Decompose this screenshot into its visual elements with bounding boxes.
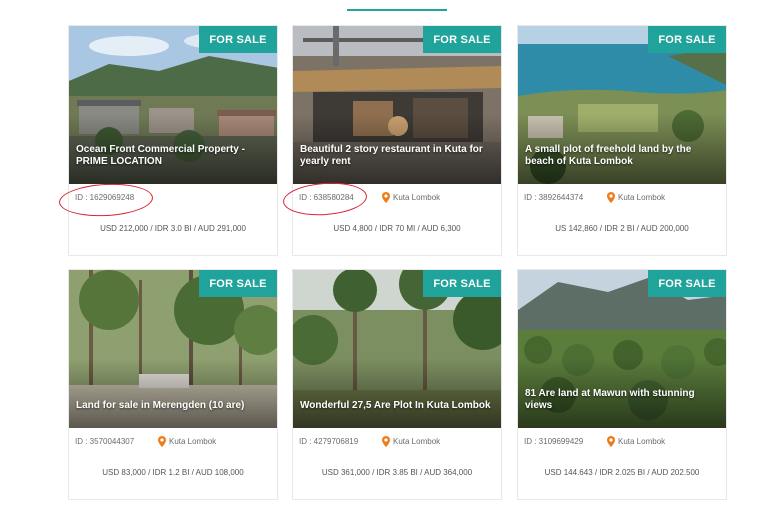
listing-price: USD 4,800 / IDR 70 MI / AUD 6,300 [333, 224, 461, 233]
location-label: Kuta Lombok [618, 437, 666, 446]
listing-card[interactable]: FOR SALE Ocean Front Commercial Property… [68, 25, 278, 256]
listing-photo[interactable]: FOR SALE 81 Are land at Mawun with stunn… [518, 270, 726, 428]
section-accent-line [347, 9, 447, 11]
listing-location: Kuta Lombok [158, 436, 216, 447]
listing-title[interactable]: Beautiful 2 story restaurant in Kuta for… [300, 144, 493, 168]
for-sale-badge: FOR SALE [199, 26, 277, 53]
listing-title[interactable]: Wonderful 27,5 Are Plot In Kuta Lombok [300, 400, 493, 412]
for-sale-badge: FOR SALE [199, 270, 277, 297]
listing-location: Kuta Lombok [382, 192, 440, 203]
listing-title[interactable]: Ocean Front Commercial Property - PRIME … [76, 144, 269, 168]
listing-photo[interactable]: FOR SALE A small plot of freehold land b… [518, 26, 726, 184]
location-pin-icon [382, 192, 390, 203]
listing-price: USD 144.643 / IDR 2.025 BI / AUD 202.500 [544, 468, 700, 477]
listing-card[interactable]: FOR SALE Beautiful 2 story restaurant in… [292, 25, 502, 256]
location-pin-icon [607, 436, 615, 447]
location-label: Kuta Lombok [169, 437, 217, 446]
listing-photo[interactable]: FOR SALE Beautiful 2 story restaurant in… [293, 26, 501, 184]
listing-card[interactable]: FOR SALE Wonderful 27,5 Are Plot In Kuta… [292, 269, 502, 500]
listing-photo[interactable]: FOR SALE Ocean Front Commercial Property… [69, 26, 277, 184]
location-pin-icon [382, 436, 390, 447]
listing-id: ID : 638580284 [299, 193, 354, 202]
listing-card[interactable]: FOR SALE A small plot of freehold land b… [517, 25, 727, 256]
for-sale-badge: FOR SALE [648, 270, 726, 297]
listing-id: ID : 3570044307 [75, 437, 135, 446]
listing-card[interactable]: FOR SALE Land for sale in Merengden (10 … [68, 269, 278, 500]
listing-photo[interactable]: FOR SALE Wonderful 27,5 Are Plot In Kuta… [293, 270, 501, 428]
listing-card[interactable]: FOR SALE 81 Are land at Mawun with stunn… [517, 269, 727, 500]
listing-price: US 142,860 / IDR 2 BI / AUD 200,000 [555, 224, 689, 233]
listing-location: Kuta Lombok [607, 436, 665, 447]
location-label: Kuta Lombok [393, 437, 441, 446]
listing-price: USD 361,000 / IDR 3.85 BI / AUD 364,000 [321, 468, 473, 477]
location-pin-icon [607, 192, 615, 203]
listing-id: ID : 1629069248 [75, 193, 135, 202]
listing-location: Kuta Lombok [607, 192, 665, 203]
for-sale-badge: FOR SALE [648, 26, 726, 53]
for-sale-badge: FOR SALE [423, 270, 501, 297]
location-pin-icon [158, 436, 166, 447]
listing-photo[interactable]: FOR SALE Land for sale in Merengden (10 … [69, 270, 277, 428]
listing-title[interactable]: Land for sale in Merengden (10 are) [76, 400, 269, 412]
for-sale-badge: FOR SALE [423, 26, 501, 53]
listing-title[interactable]: 81 Are land at Mawun with stunning views [525, 388, 718, 412]
listing-id: ID : 3892644374 [524, 193, 584, 202]
listing-id: ID : 3109699429 [524, 437, 584, 446]
listing-price: USD 212,000 / IDR 3.0 BI / AUD 291,000 [100, 224, 246, 233]
location-label: Kuta Lombok [393, 193, 441, 202]
listing-location: Kuta Lombok [382, 436, 440, 447]
listing-id: ID : 4279706819 [299, 437, 359, 446]
listing-title[interactable]: A small plot of freehold land by the bea… [525, 144, 718, 168]
location-label: Kuta Lombok [618, 193, 666, 202]
listing-price: USD 83,000 / IDR 1.2 BI / AUD 108,000 [102, 468, 244, 477]
